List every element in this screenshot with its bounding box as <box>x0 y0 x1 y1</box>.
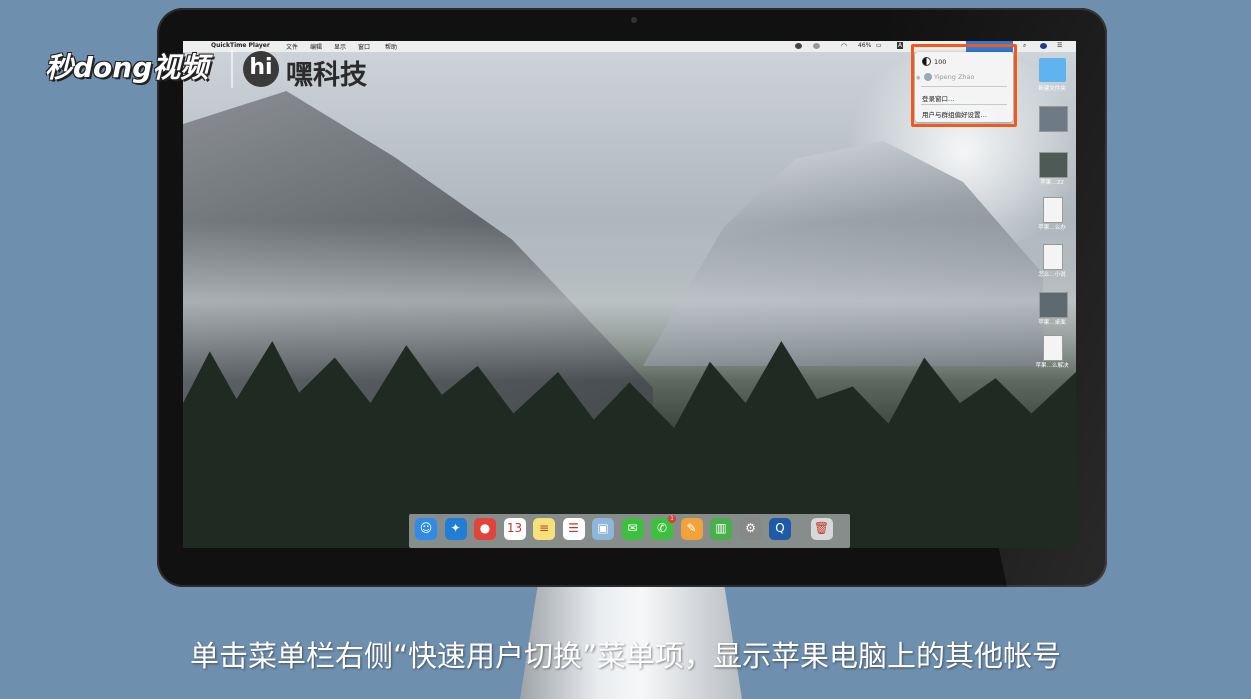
camera-icon <box>631 17 637 23</box>
folder-icon <box>1039 58 1066 82</box>
desktop-file[interactable]: 苹果…桌面 <box>1034 292 1070 332</box>
menu-window[interactable]: 窗口 <box>358 42 370 51</box>
menu-help[interactable]: 帮助 <box>385 42 397 51</box>
dock-glyph: ≡ <box>538 521 550 535</box>
document-icon <box>1043 197 1063 223</box>
dock-chrome-icon[interactable]: ● <box>474 518 496 540</box>
dock-calendar-icon[interactable]: 13 <box>503 518 526 540</box>
siri-icon[interactable] <box>1040 43 1047 49</box>
record-icon[interactable] <box>795 43 802 49</box>
app-menu[interactable]: QuickTime Player <box>211 42 270 49</box>
annotation-highlight-box <box>911 44 1017 127</box>
brand-logo: 秒dong视频 <box>45 51 209 84</box>
document-icon <box>1043 335 1063 361</box>
notification-center-icon[interactable]: ☰ <box>1057 42 1062 49</box>
dock-numbers-icon[interactable]: ▥ <box>710 518 732 540</box>
dock-glyph: ▥ <box>715 521 727 535</box>
dock-glyph: 13 <box>506 521 523 535</box>
dock-glyph: ⚙ <box>745 521 756 535</box>
document-icon <box>1043 244 1063 270</box>
subtitle-caption: 单击菜单栏右侧“快速用户切换”菜单项，显示苹果电脑上的其他帐号 <box>189 639 1062 673</box>
menu-edit[interactable]: 编辑 <box>310 42 322 51</box>
dock: ☺ ✦ ● 13 ≡ ☰ ▣ ✉ ✆ 1 ✎ ▥ ⚙ Q 🗑 <box>409 514 850 548</box>
dock-glyph: ✎ <box>686 521 697 535</box>
input-source[interactable]: A <box>897 42 904 49</box>
dock-facetime-icon[interactable]: ✆ 1 <box>651 515 676 540</box>
dock-quicktime-icon[interactable]: Q <box>769 518 791 540</box>
dock-pages-icon[interactable]: ✎ <box>680 518 703 540</box>
icon-caption: 苹果…么解决 <box>1035 363 1069 369</box>
desktop-file[interactable]: 苹果…么解决 <box>1034 335 1070 375</box>
desktop-folder[interactable]: 新建文件夹 <box>1034 58 1070 98</box>
dock-reminders-icon[interactable]: ☰ <box>562 518 585 540</box>
logo-divider <box>231 50 233 88</box>
battery-icon[interactable]: ▭ <box>876 42 882 49</box>
file-thumbnail-icon <box>1039 106 1068 132</box>
dock-finder-icon[interactable]: ☺ <box>415 518 437 540</box>
spotlight-icon[interactable]: ⌕ <box>1023 42 1026 50</box>
icon-caption: 新建文件夹 <box>1038 86 1066 92</box>
file-thumbnail-icon <box>1039 292 1068 318</box>
dock-notes-icon[interactable]: ≡ <box>533 518 555 540</box>
menu-file[interactable]: 文件 <box>286 42 298 51</box>
icon-caption: 怎么…小说 <box>1038 272 1066 278</box>
wifi-icon[interactable]: ◠ <box>841 42 847 50</box>
icon-caption: 苹果…桌面 <box>1038 320 1066 326</box>
dock-glyph: ✉ <box>627 521 638 535</box>
battery-percent[interactable]: 46% <box>858 42 871 49</box>
desktop-file[interactable]: 苹果…22 <box>1034 152 1070 192</box>
desktop-file[interactable] <box>1034 106 1070 146</box>
dock-glyph: ▣ <box>597 521 609 535</box>
icon-caption: 苹果…22 <box>1040 180 1064 186</box>
dock-glyph: ✆ <box>656 521 668 535</box>
dock-glyph: ☰ <box>568 521 579 535</box>
desktop-file[interactable]: 怎么…小说 <box>1034 244 1070 284</box>
notification-badge: 1 <box>668 515 676 523</box>
desktop-file[interactable]: 苹果…么办 <box>1034 197 1070 237</box>
file-thumbnail-icon <box>1039 152 1068 178</box>
dock-glyph: Q <box>775 521 785 535</box>
icon-caption: 苹果…么办 <box>1038 225 1066 231</box>
menu-view[interactable]: 显示 <box>334 42 346 51</box>
brand-name: 嘿科技 <box>286 60 367 91</box>
dock-preview-icon[interactable]: ▣ <box>592 518 614 540</box>
dock-glyph: ✦ <box>450 521 461 535</box>
dock-system-preferences-icon[interactable]: ⚙ <box>739 518 762 540</box>
hi-logo-icon: hi <box>243 51 279 87</box>
dock-glyph: 🗑 <box>813 521 830 535</box>
mist <box>183 221 1076 381</box>
dock-trash-icon[interactable]: 🗑 <box>810 518 833 540</box>
status-icon[interactable] <box>813 43 820 49</box>
dock-safari-icon[interactable]: ✦ <box>444 518 467 540</box>
dock-glyph: ● <box>479 521 491 535</box>
dock-wechat-icon[interactable]: ✉ <box>621 518 644 540</box>
dock-glyph: ☺ <box>419 521 433 535</box>
